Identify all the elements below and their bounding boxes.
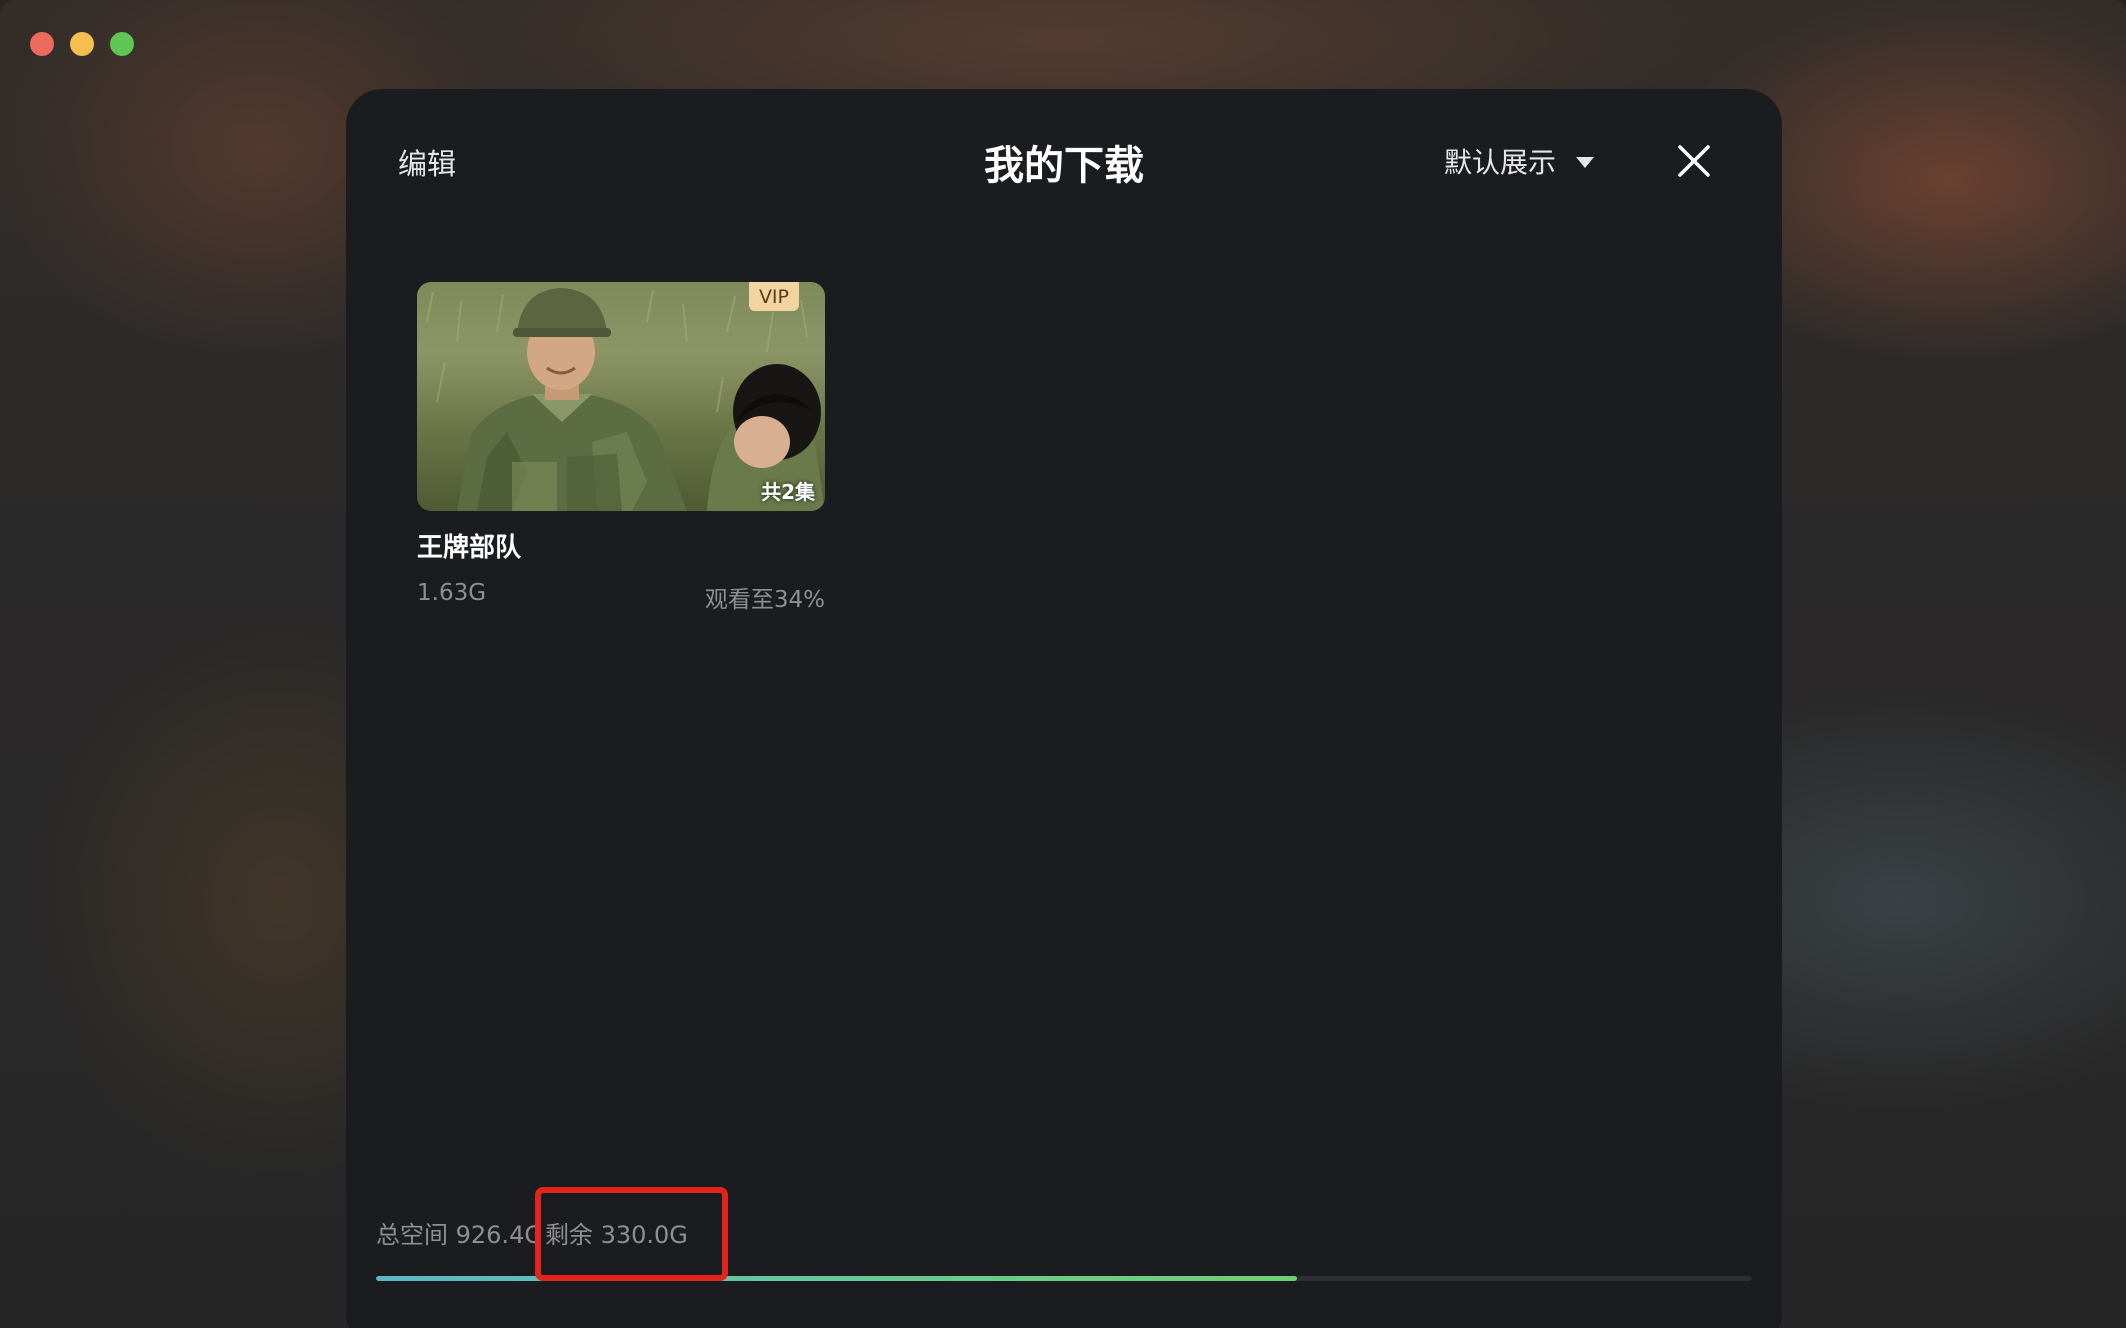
downloads-modal: 编辑 我的下载 默认展示 VIP 共2集 王牌部队 1.63G 观看至34% 总… (346, 89, 1782, 1328)
window-minimize-button[interactable] (70, 32, 94, 56)
file-size: 1.63G (417, 580, 487, 606)
sort-dropdown[interactable]: 默认展示 (1444, 141, 1595, 181)
remaining-space: 剩余 330.0G (544, 1221, 688, 1249)
sort-dropdown-label: 默认展示 (1444, 146, 1557, 179)
storage-bar (376, 1276, 1752, 1281)
video-meta: 1.63G 观看至34% (417, 580, 825, 614)
close-button[interactable] (1674, 141, 1714, 181)
storage-info: 总空间 926.4G剩余 330.0G (376, 1215, 690, 1250)
download-card[interactable]: VIP 共2集 王牌部队 1.63G 观看至34% (417, 282, 825, 614)
close-icon (1678, 145, 1710, 177)
total-space: 总空间 926.4G (376, 1221, 543, 1249)
window-maximize-button[interactable] (110, 32, 134, 56)
caret-down-icon (1576, 156, 1595, 168)
episode-count: 共2集 (761, 480, 815, 504)
window-controls (30, 32, 134, 56)
watch-progress: 观看至34% (704, 587, 825, 613)
video-title[interactable]: 王牌部队 (417, 527, 825, 564)
window-close-button[interactable] (30, 32, 54, 56)
modal-header: 编辑 我的下载 默认展示 (346, 89, 1782, 229)
video-thumbnail[interactable]: VIP 共2集 (417, 282, 825, 511)
storage-bar-fill (376, 1276, 1297, 1281)
vip-badge: VIP (748, 282, 799, 311)
